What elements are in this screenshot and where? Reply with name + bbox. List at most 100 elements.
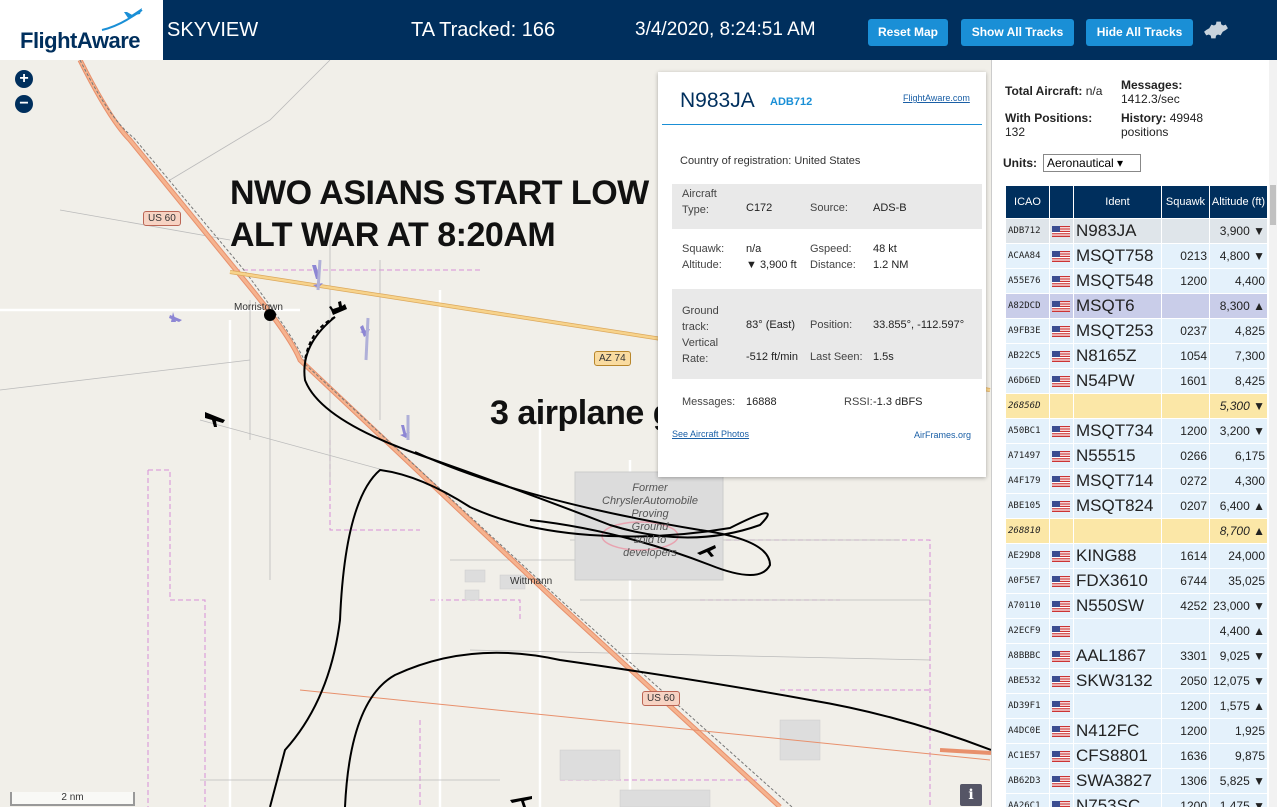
aircraft-row[interactable]: A50BC1 MSQT734 1200 3,200 ▼ <box>1005 418 1268 444</box>
units-select[interactable]: Aeronautical ▾ <box>1043 154 1141 172</box>
row-ident: N983JA <box>1073 218 1162 244</box>
row-ident: MSQT714 <box>1073 468 1162 494</box>
airframes-link[interactable]: AirFrames.org <box>914 430 971 440</box>
aircraft-row[interactable]: A82DCD MSQT6 8,300 ▲ <box>1005 293 1268 319</box>
zoom-in-button[interactable]: + <box>15 70 33 88</box>
aircraft-list-panel: Total Aircraft: n/a Messages: 1412.3/sec… <box>991 60 1277 807</box>
aircraft-row[interactable]: ABE532 SKW3132 2050 12,075 ▼ <box>1005 668 1268 694</box>
column-altitude[interactable]: Altitude (ft) <box>1209 185 1268 219</box>
aircraft-row[interactable]: AC1E57 CFS8801 1636 9,875 <box>1005 743 1268 769</box>
aircraft-row[interactable]: A2ECF9 4,400 ▲ <box>1005 618 1268 644</box>
aircraft-row[interactable]: ADB712 N983JA 3,900 ▼ <box>1005 218 1268 244</box>
column-flag[interactable] <box>1049 185 1074 219</box>
row-flag <box>1049 518 1074 544</box>
aircraft-row[interactable]: ABE105 MSQT824 0207 6,400 ▲ <box>1005 493 1268 519</box>
row-icao: A2ECF9 <box>1005 618 1050 644</box>
row-icao: A0F5E7 <box>1005 568 1050 594</box>
row-ident: SWA3827 <box>1073 768 1162 794</box>
aircraft-row[interactable]: AB62D3 SWA3827 1306 5,825 ▼ <box>1005 768 1268 794</box>
popup-country: Country of registration: United States <box>680 155 861 167</box>
aircraft-row[interactable]: 268810 8,700 ▲ <box>1005 518 1268 544</box>
row-icao: AE29D8 <box>1005 543 1050 569</box>
aircraft-row[interactable]: AD39F1 1200 1,575 ▲ <box>1005 693 1268 719</box>
row-ident: N550SW <box>1073 593 1162 619</box>
aircraft-row[interactable]: A70110 N550SW 4252 23,000 ▼ <box>1005 593 1268 619</box>
row-icao: A55E76 <box>1005 268 1050 294</box>
aircraft-row[interactable]: A55E76 MSQT548 1200 4,400 <box>1005 268 1268 294</box>
road-shield-az74: AZ 74 <box>594 351 631 366</box>
row-altitude: 7,300 <box>1209 343 1268 369</box>
row-flag <box>1049 443 1074 469</box>
aircraft-icon <box>329 301 347 315</box>
row-squawk: 1200 <box>1161 693 1210 719</box>
us-flag-icon <box>1052 251 1070 263</box>
row-icao: A4F179 <box>1005 468 1050 494</box>
flightaware-logo[interactable]: FlightAware <box>0 0 163 60</box>
row-ident: N54PW <box>1073 368 1162 394</box>
aircraft-row[interactable]: A9FB3E MSQT253 0237 4,825 <box>1005 318 1268 344</box>
gear-icon[interactable] <box>1203 17 1229 43</box>
place-label-morristown: Morristown <box>234 302 283 313</box>
row-ident: MSQT758 <box>1073 243 1162 269</box>
column-icao[interactable]: ICAO <box>1005 185 1050 219</box>
aircraft-row[interactable]: ACAA84 MSQT758 0213 4,800 ▼ <box>1005 243 1268 269</box>
popup-hex: ADB712 <box>770 96 813 108</box>
aircraft-row[interactable]: A4F179 MSQT714 0272 4,300 <box>1005 468 1268 494</box>
map-scale: 2 nm <box>10 792 135 806</box>
row-icao: AD39F1 <box>1005 693 1050 719</box>
show-all-tracks-button[interactable]: Show All Tracks <box>961 19 1074 46</box>
row-ident: FDX3610 <box>1073 568 1162 594</box>
row-ident <box>1073 393 1162 419</box>
row-flag <box>1049 743 1074 769</box>
see-aircraft-photos-link[interactable]: See Aircraft Photos <box>672 429 749 439</box>
column-squawk[interactable]: Squawk <box>1161 185 1210 219</box>
row-altitude: 35,025 <box>1209 568 1268 594</box>
row-ident: MSQT253 <box>1073 318 1162 344</box>
list-scrollbar[interactable] <box>1269 60 1277 807</box>
list-scrollbar-thumb[interactable] <box>1270 185 1276 225</box>
row-squawk: 6744 <box>1161 568 1210 594</box>
reset-map-button[interactable]: Reset Map <box>868 19 948 46</box>
top-bar: FlightAware SKYVIEW TA Tracked: 166 3/4/… <box>0 0 1277 60</box>
row-ident: N8165Z <box>1073 343 1162 369</box>
row-flag <box>1049 243 1074 269</box>
aircraft-row[interactable]: A4DC0E N412FC 1200 1,925 <box>1005 718 1268 744</box>
aircraft-row[interactable]: A0F5E7 FDX3610 6744 35,025 <box>1005 568 1268 594</box>
row-ident: MSQT824 <box>1073 493 1162 519</box>
popup-ident: N983JA <box>680 89 755 112</box>
map-info-button[interactable]: i <box>960 784 982 806</box>
stat-total-aircraft: Total Aircraft: n/a <box>1005 84 1103 98</box>
us-flag-icon <box>1052 751 1070 763</box>
us-flag-icon <box>1052 651 1070 663</box>
row-squawk: 0237 <box>1161 318 1210 344</box>
row-altitude: 12,075 ▼ <box>1209 668 1268 694</box>
us-flag-icon <box>1052 776 1070 788</box>
row-squawk: 0266 <box>1161 443 1210 469</box>
aircraft-row[interactable]: A71497 N55515 0266 6,175 <box>1005 443 1268 469</box>
us-flag-icon <box>1052 551 1070 563</box>
aircraft-row[interactable]: AB22C5 N8165Z 1054 7,300 <box>1005 343 1268 369</box>
row-ident <box>1073 518 1162 544</box>
zoom-out-button[interactable]: − <box>15 95 33 113</box>
column-ident[interactable]: Ident <box>1073 185 1162 219</box>
row-ident: N412FC <box>1073 718 1162 744</box>
app-title: SKYVIEW <box>167 19 259 41</box>
aircraft-row[interactable]: A8BBBC AAL1867 3301 9,025 ▼ <box>1005 643 1268 669</box>
row-flag <box>1049 643 1074 669</box>
row-icao: 268810 <box>1005 518 1050 544</box>
aircraft-row[interactable]: AE29D8 KING88 1614 24,000 <box>1005 543 1268 569</box>
aircraft-row[interactable]: A6D6ED N54PW 1601 8,425 <box>1005 368 1268 394</box>
row-squawk: 0213 <box>1161 243 1210 269</box>
row-altitude: 23,000 ▼ <box>1209 593 1268 619</box>
row-flag <box>1049 418 1074 444</box>
aircraft-row[interactable]: AA26C1 N753SC 1200 1,475 ▼ <box>1005 793 1268 807</box>
row-squawk <box>1161 218 1210 244</box>
hide-all-tracks-button[interactable]: Hide All Tracks <box>1086 19 1193 46</box>
us-flag-icon <box>1052 426 1070 438</box>
row-altitude: 24,000 <box>1209 543 1268 569</box>
row-flag <box>1049 493 1074 519</box>
popup-section-speed: Squawk: n/a Gspeed: 48 kt Altitude: ▼ 3,… <box>682 243 909 271</box>
aircraft-row[interactable]: 26856D 5,300 ▼ <box>1005 393 1268 419</box>
row-icao: A4DC0E <box>1005 718 1050 744</box>
flightaware-link[interactable]: FlightAware.com <box>903 93 970 103</box>
